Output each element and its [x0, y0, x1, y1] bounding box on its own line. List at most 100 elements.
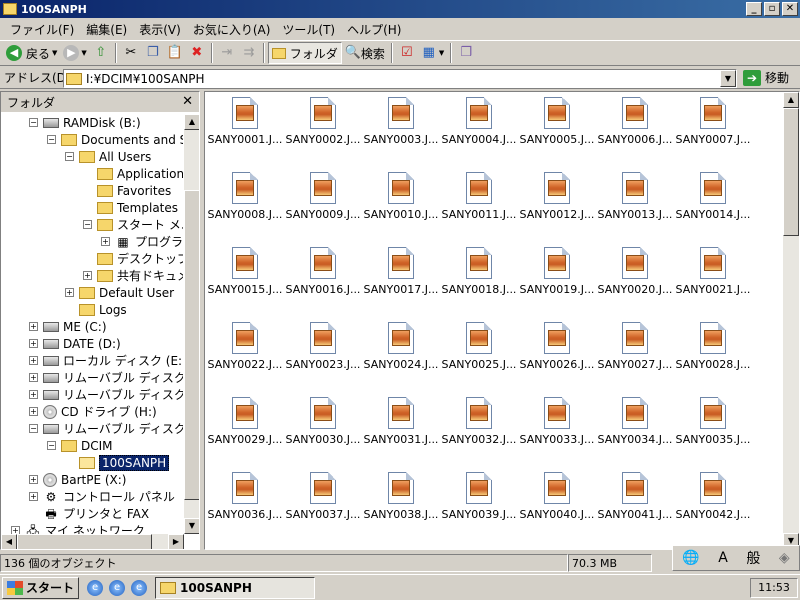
- file-item[interactable]: SANY0024.J...: [363, 319, 439, 371]
- up-button[interactable]: ⇧: [90, 42, 112, 64]
- file-item[interactable]: SANY0033.J...: [519, 394, 595, 446]
- tree-item[interactable]: + リムーバブル ディスク (F:): [29, 369, 183, 386]
- explorer-icon[interactable]: e: [87, 579, 104, 596]
- ime-globe-icon[interactable]: 🌐: [682, 550, 699, 566]
- expand-icon[interactable]: +: [29, 322, 38, 331]
- minimize-button[interactable]: _: [746, 2, 762, 16]
- file-item[interactable]: SANY0026.J...: [519, 319, 595, 371]
- tree-item[interactable]: + ▦ プログラム: [101, 233, 183, 250]
- file-item[interactable]: SANY0011.J...: [441, 169, 517, 221]
- file-item[interactable]: SANY0039.J...: [441, 469, 517, 521]
- scroll-thumb[interactable]: [184, 190, 199, 500]
- tree-item[interactable]: − DCIM: [47, 437, 113, 454]
- file-item[interactable]: SANY0021.J...: [675, 244, 751, 296]
- ie-icon[interactable]: e: [131, 579, 148, 596]
- scroll-thumb[interactable]: [783, 108, 799, 236]
- taskbar-button-100sanph[interactable]: 100SANPH: [155, 576, 316, 599]
- scroll-left-button[interactable]: ◀: [1, 534, 17, 549]
- expand-icon[interactable]: +: [29, 407, 38, 416]
- paste-button[interactable]: 📋: [164, 42, 186, 64]
- tree-item[interactable]: + ME (C:): [29, 318, 107, 335]
- tree-item[interactable]: + Default User: [65, 284, 174, 301]
- menu-file[interactable]: ファイル(F): [4, 21, 80, 38]
- ime-mode-latin[interactable]: A: [718, 550, 728, 566]
- file-item[interactable]: SANY0020.J...: [597, 244, 673, 296]
- tree-item[interactable]: Application: [83, 165, 183, 182]
- file-item[interactable]: SANY0027.J...: [597, 319, 673, 371]
- tree-item[interactable]: + CD ドライブ (H:): [29, 403, 157, 420]
- scroll-thumb[interactable]: [17, 534, 152, 549]
- file-item[interactable]: SANY0018.J...: [441, 244, 517, 296]
- collapse-icon[interactable]: −: [29, 424, 38, 433]
- file-item[interactable]: SANY0019.J...: [519, 244, 595, 296]
- file-item[interactable]: SANY0013.J...: [597, 169, 673, 221]
- file-item[interactable]: SANY0036.J...: [207, 469, 283, 521]
- file-item[interactable]: SANY0032.J...: [441, 394, 517, 446]
- move-to-button[interactable]: ⇥: [216, 42, 238, 64]
- file-item[interactable]: SANY0012.J...: [519, 169, 595, 221]
- tree-item[interactable]: Favorites: [83, 182, 171, 199]
- go-button[interactable]: ➔ 移動: [743, 69, 789, 86]
- file-item[interactable]: SANY0028.J...: [675, 319, 751, 371]
- file-item[interactable]: SANY0017.J...: [363, 244, 439, 296]
- file-item[interactable]: SANY0004.J...: [441, 94, 517, 146]
- file-item[interactable]: SANY0002.J...: [285, 94, 361, 146]
- tree-item[interactable]: + BartPE (X:): [29, 471, 126, 488]
- collapse-icon[interactable]: −: [29, 118, 38, 127]
- menu-tools[interactable]: ツール(T): [276, 21, 341, 38]
- file-item[interactable]: SANY0015.J...: [207, 244, 283, 296]
- file-item[interactable]: SANY0005.J...: [519, 94, 595, 146]
- file-item[interactable]: SANY0022.J...: [207, 319, 283, 371]
- tree-item[interactable]: + リムーバブル ディスク (G:): [29, 386, 183, 403]
- tree-item[interactable]: + 共有ドキュメ: [83, 267, 183, 284]
- delete-button[interactable]: ✖: [186, 42, 208, 64]
- file-item[interactable]: SANY0041.J...: [597, 469, 673, 521]
- file-item[interactable]: SANY0035.J...: [675, 394, 751, 446]
- file-item[interactable]: SANY0023.J...: [285, 319, 361, 371]
- file-item[interactable]: SANY0014.J...: [675, 169, 751, 221]
- start-button[interactable]: スタート: [2, 576, 80, 599]
- scroll-down-button[interactable]: ▼: [184, 518, 199, 534]
- file-item[interactable]: SANY0042.J...: [675, 469, 751, 521]
- file-item[interactable]: SANY0030.J...: [285, 394, 361, 446]
- tree-item[interactable]: 🖶 プリンタと FAX: [29, 505, 149, 522]
- forward-button[interactable]: ▶ ▼: [60, 42, 89, 64]
- ime-mode-general[interactable]: 般: [746, 548, 760, 568]
- collapse-icon[interactable]: −: [65, 152, 74, 161]
- tree-item[interactable]: デスクトップ: [83, 250, 183, 267]
- file-item[interactable]: SANY0029.J...: [207, 394, 283, 446]
- restore-button[interactable]: ▫: [764, 2, 780, 16]
- copy-to-button[interactable]: ⇉: [238, 42, 260, 64]
- collapse-icon[interactable]: −: [47, 135, 56, 144]
- tree-item[interactable]: Templates: [83, 199, 178, 216]
- tree-item[interactable]: + ローカル ディスク (E:): [29, 352, 183, 369]
- file-item[interactable]: SANY0001.J...: [207, 94, 283, 146]
- expand-icon[interactable]: +: [29, 492, 38, 501]
- tree-vertical-scrollbar[interactable]: ▲ ▼: [184, 114, 199, 534]
- file-item[interactable]: SANY0034.J...: [597, 394, 673, 446]
- folders-button[interactable]: フォルダ: [267, 42, 342, 64]
- expand-icon[interactable]: +: [83, 271, 92, 280]
- file-item[interactable]: SANY0038.J...: [363, 469, 439, 521]
- tree-item[interactable]: Logs: [65, 301, 127, 318]
- address-dropdown-button[interactable]: ▼: [720, 70, 736, 87]
- file-item[interactable]: SANY0007.J...: [675, 94, 751, 146]
- file-item[interactable]: SANY0025.J...: [441, 319, 517, 371]
- tree-item[interactable]: − Documents and Set: [47, 131, 183, 148]
- address-input[interactable]: I:¥DCIM¥100SANPH ▼: [63, 69, 737, 88]
- customize-button[interactable]: ❒: [455, 42, 477, 64]
- tree-item[interactable]: 100SANPH: [65, 454, 170, 471]
- scroll-right-button[interactable]: ▶: [168, 534, 184, 549]
- properties-button[interactable]: ☑: [396, 42, 418, 64]
- file-item[interactable]: SANY0010.J...: [363, 169, 439, 221]
- expand-icon[interactable]: +: [29, 373, 38, 382]
- file-item[interactable]: SANY0040.J...: [519, 469, 595, 521]
- files-vertical-scrollbar[interactable]: ▲ ▼: [783, 92, 799, 549]
- tree-item[interactable]: − スタート メニュ: [83, 216, 183, 233]
- expand-icon[interactable]: +: [29, 339, 38, 348]
- expand-icon[interactable]: +: [29, 475, 38, 484]
- expand-icon[interactable]: +: [29, 390, 38, 399]
- folders-pane-close-button[interactable]: ✕: [182, 94, 193, 109]
- file-item[interactable]: SANY0037.J...: [285, 469, 361, 521]
- file-item[interactable]: SANY0009.J...: [285, 169, 361, 221]
